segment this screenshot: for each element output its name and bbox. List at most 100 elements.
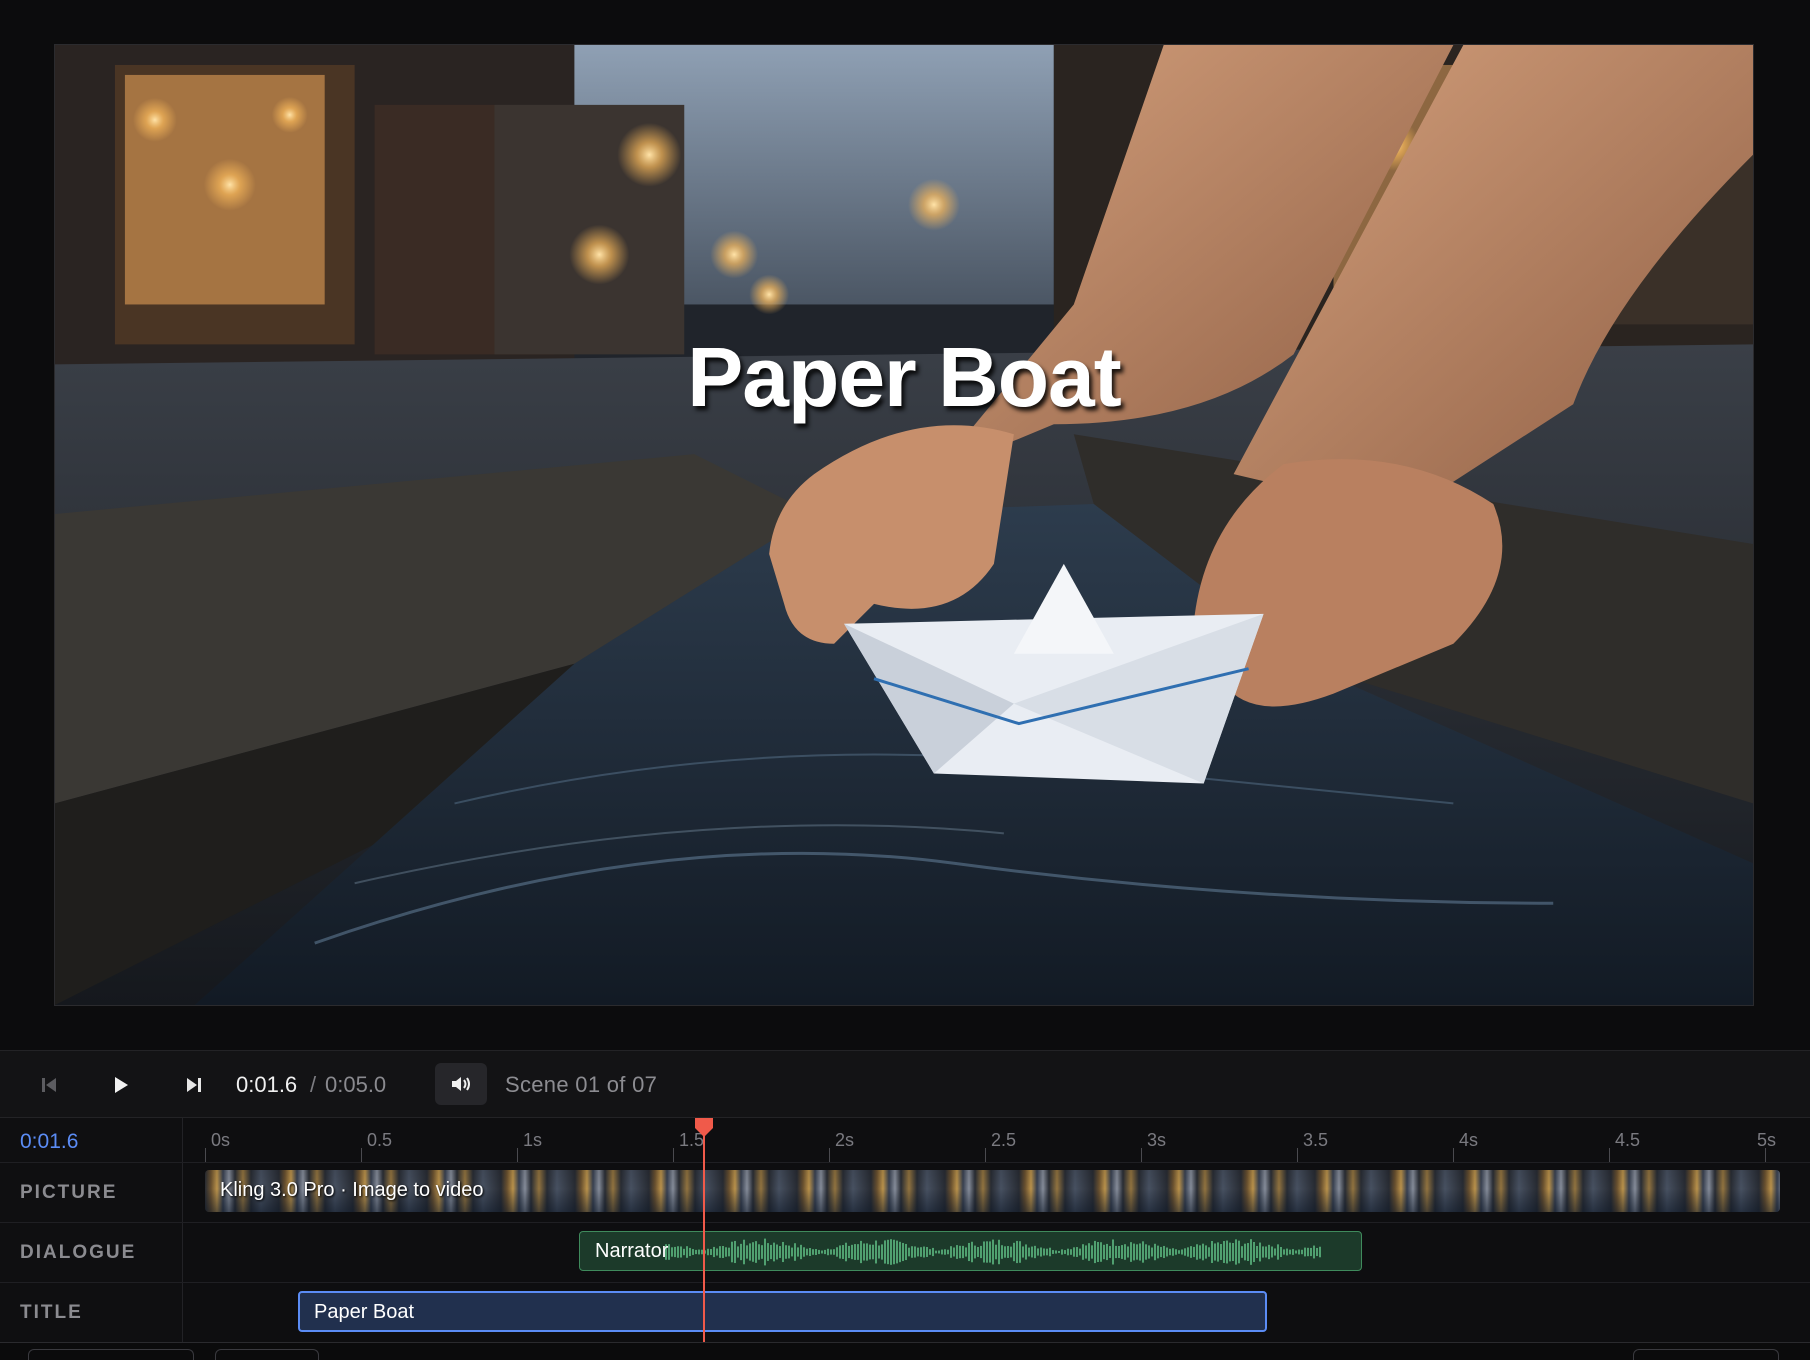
waveform-bar xyxy=(1199,1245,1201,1259)
title-clip[interactable]: Paper Boat xyxy=(298,1291,1267,1332)
toolbar-button[interactable] xyxy=(215,1349,319,1360)
waveform-bar xyxy=(719,1246,721,1258)
waveform-bar xyxy=(680,1246,682,1258)
play-button[interactable] xyxy=(105,1069,137,1101)
waveform-bar xyxy=(1055,1250,1057,1254)
preview-image xyxy=(55,45,1753,1005)
bottom-toolbar xyxy=(0,1342,1810,1360)
waveform-bar xyxy=(1082,1244,1084,1260)
play-icon xyxy=(115,1077,128,1093)
waveform-bar xyxy=(1202,1243,1204,1261)
waveform-bar xyxy=(806,1248,808,1256)
waveform-bar xyxy=(779,1246,781,1258)
waveform-bar xyxy=(953,1247,955,1257)
playhead-handle[interactable] xyxy=(693,1118,715,1138)
waveform-bar xyxy=(1100,1242,1102,1262)
waveform-bar xyxy=(1283,1249,1285,1255)
waveform-bar xyxy=(1235,1239,1237,1265)
track-label-title: TITLE xyxy=(20,1302,83,1323)
picture-clip[interactable]: Kling 3.0 Pro · Image to video xyxy=(205,1170,1780,1212)
volume-icon xyxy=(452,1077,470,1091)
row-divider xyxy=(0,1222,1810,1223)
waveform-bar xyxy=(1181,1249,1183,1255)
ruler-tick xyxy=(985,1148,986,1162)
waveform-bar xyxy=(812,1249,814,1255)
waveform-bar xyxy=(1184,1248,1186,1256)
waveform-bar xyxy=(941,1249,943,1255)
waveform-bar xyxy=(887,1239,889,1265)
waveform-bar xyxy=(1250,1239,1252,1265)
ruler-tick-label: 5s xyxy=(1757,1130,1777,1150)
waveform-bar xyxy=(935,1250,937,1254)
waveform-bar xyxy=(995,1244,997,1260)
track-label-dialogue: DIALOGUE xyxy=(20,1242,137,1263)
waveform-bar xyxy=(1109,1246,1111,1258)
waveform-bar xyxy=(767,1243,769,1261)
waveform-bar xyxy=(1073,1247,1075,1257)
waveform-bar xyxy=(1313,1245,1315,1259)
waveform-bar xyxy=(1040,1247,1042,1257)
waveform-bar xyxy=(896,1240,898,1264)
toolbar-button[interactable] xyxy=(28,1349,194,1360)
waveform-bar xyxy=(1136,1244,1138,1260)
waveform-bar xyxy=(821,1250,823,1254)
ruler-tick-label: 4s xyxy=(1459,1130,1479,1150)
waveform-bar xyxy=(1127,1246,1129,1258)
waveform-bar xyxy=(1241,1246,1243,1258)
waveform-bar xyxy=(989,1241,991,1263)
waveform-bar xyxy=(1160,1246,1162,1258)
waveform-bar xyxy=(902,1242,904,1262)
time-separator: / xyxy=(310,1072,317,1097)
track-header-column: 0:01.6 PICTURE DIALOGUE TITLE xyxy=(0,1118,183,1342)
waveform-bar xyxy=(1064,1250,1066,1254)
waveform-bar xyxy=(794,1243,796,1261)
waveform-bar xyxy=(797,1247,799,1257)
waveform-bar xyxy=(1052,1250,1054,1254)
video-preview-frame[interactable]: Paper Boat xyxy=(54,44,1754,1006)
waveform-bar xyxy=(1232,1242,1234,1262)
waveform-bar xyxy=(1205,1245,1207,1259)
waveform-bar xyxy=(1133,1243,1135,1261)
toolbar-button[interactable] xyxy=(1633,1349,1779,1360)
waveform-bar xyxy=(800,1244,802,1260)
time-ruler[interactable]: 0s 0.5 1s 1.5 2s 2.5 3s 3.5 4s 4.5 5s xyxy=(183,1118,1810,1162)
waveform-bar xyxy=(854,1244,856,1260)
waveform-bar xyxy=(1178,1250,1180,1254)
waveform-bar xyxy=(1307,1247,1309,1257)
waveform-bar xyxy=(1286,1248,1288,1256)
skip-forward-button[interactable] xyxy=(178,1069,210,1101)
waveform-bar xyxy=(740,1243,742,1261)
playhead[interactable] xyxy=(703,1136,705,1342)
volume-button[interactable] xyxy=(435,1063,487,1105)
waveform-bar xyxy=(674,1246,676,1258)
waveform-bar xyxy=(980,1245,982,1259)
waveform-bar xyxy=(716,1248,718,1256)
waveform-bar xyxy=(1115,1245,1117,1259)
waveform-bar xyxy=(776,1244,778,1260)
waveform-bar xyxy=(848,1245,850,1259)
row-divider xyxy=(0,1162,1810,1163)
track-label-picture: PICTURE xyxy=(20,1182,118,1203)
waveform-bar xyxy=(671,1247,673,1257)
waveform-bar xyxy=(920,1247,922,1257)
waveform-bar xyxy=(1010,1246,1012,1258)
waveform-bar xyxy=(1172,1248,1174,1256)
waveform-bar xyxy=(1112,1239,1114,1265)
current-time: 0:01.6 xyxy=(236,1072,298,1097)
waveform-bar xyxy=(761,1245,763,1259)
skip-back-button[interactable] xyxy=(33,1069,65,1101)
waveform-bar xyxy=(1121,1245,1123,1259)
waveform-bar xyxy=(1013,1242,1015,1262)
ruler-tick-label: 2s xyxy=(835,1130,855,1150)
waveform-bar xyxy=(1124,1244,1126,1260)
ruler-tick-label: 2.5 xyxy=(991,1130,1017,1150)
waveform-bar xyxy=(1193,1246,1195,1258)
dialogue-clip[interactable]: Narrator xyxy=(579,1231,1362,1271)
waveform-bar xyxy=(845,1242,847,1262)
waveform-bar xyxy=(1046,1248,1048,1256)
waveform-bar xyxy=(929,1249,931,1255)
waveform-bar xyxy=(911,1246,913,1258)
waveform-bar xyxy=(734,1240,736,1264)
waveform-bar xyxy=(737,1246,739,1258)
audio-waveform xyxy=(665,1238,1321,1266)
